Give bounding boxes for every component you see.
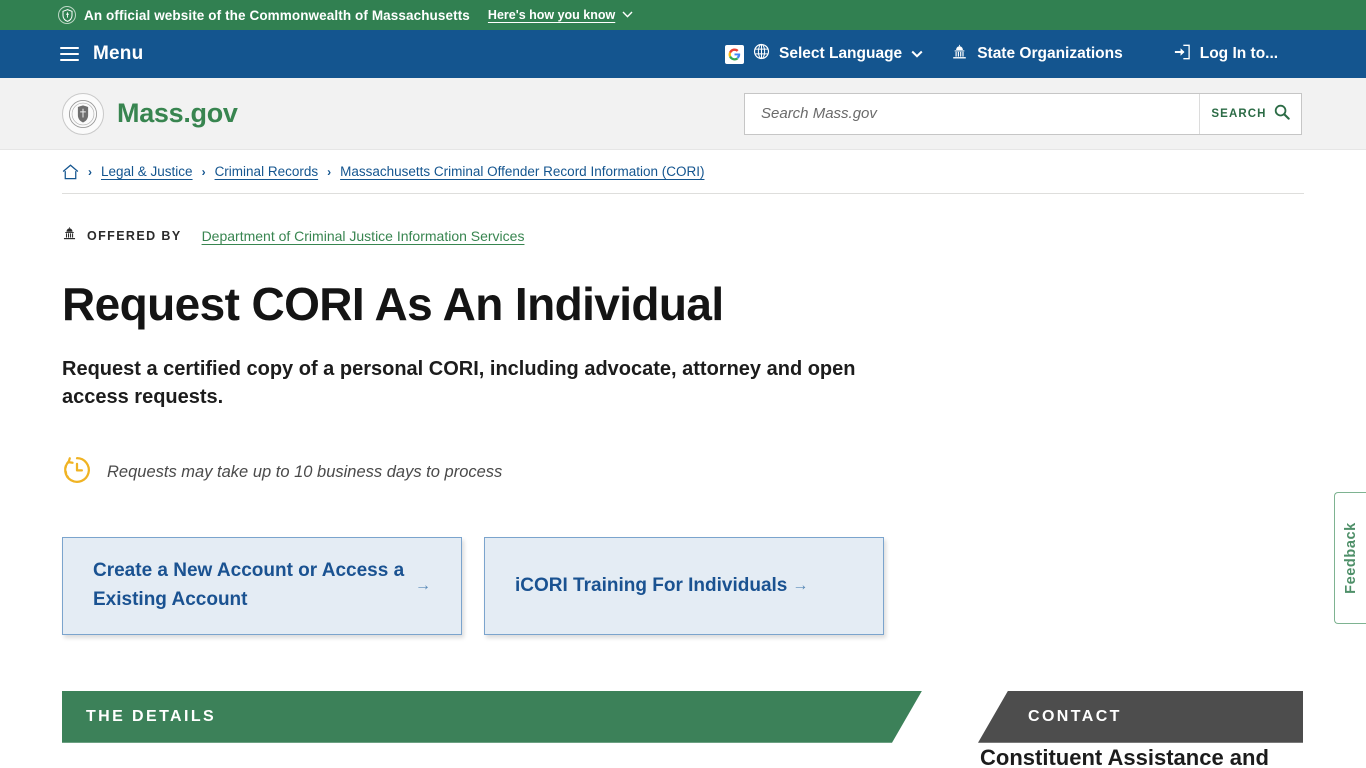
mass-gov-logo-link[interactable]: Mass.gov xyxy=(62,92,238,135)
official-banner-text: An official website of the Commonwealth … xyxy=(84,7,470,23)
state-organizations-link[interactable]: State Organizations xyxy=(951,44,1123,65)
breadcrumb-separator: › xyxy=(327,164,332,179)
icori-training-card[interactable]: iCORI Training For Individuals → xyxy=(484,536,884,635)
breadcrumb-item-cori[interactable]: Massachusetts Criminal Offender Record I… xyxy=(340,164,704,179)
capitol-dome-icon xyxy=(62,226,77,246)
contact-section-heading: Constituent Assistance and xyxy=(980,745,1269,768)
breadcrumb-item-criminal-records[interactable]: Criminal Records xyxy=(215,164,319,179)
log-in-to-menu[interactable]: Log In to... xyxy=(1173,44,1278,65)
processing-time-note: Requests may take up to 10 business days… xyxy=(62,455,1304,490)
contact-title: CONTACT xyxy=(1028,707,1122,725)
state-seal-icon xyxy=(58,6,76,24)
search-input[interactable] xyxy=(745,93,1199,134)
feedback-tab[interactable]: Feedback xyxy=(1334,492,1366,624)
globe-icon xyxy=(753,43,770,65)
primary-navigation-bar: Menu Select Language State Organizations… xyxy=(0,30,1366,78)
site-header: Mass.gov SEARCH xyxy=(0,78,1366,150)
breadcrumb-separator: › xyxy=(88,164,92,179)
icori-training-label: iCORI Training For Individuals xyxy=(515,574,788,596)
hamburger-icon xyxy=(60,47,79,61)
chevron-down-icon xyxy=(911,45,923,63)
breadcrumb-separator: › xyxy=(201,164,206,179)
select-language-menu[interactable]: Select Language xyxy=(725,43,923,65)
capitol-dome-icon xyxy=(951,44,968,65)
the-details-title: THE DETAILS xyxy=(86,707,217,725)
sign-in-icon xyxy=(1173,44,1191,65)
heres-how-you-know-toggle[interactable]: Here's how you know xyxy=(488,8,633,22)
log-in-label: Log In to... xyxy=(1199,45,1279,62)
official-website-banner: An official website of the Commonwealth … xyxy=(0,0,1366,30)
breadcrumb: › Legal & Justice › Criminal Records › M… xyxy=(62,150,1304,194)
offered-by-organization-link[interactable]: Department of Criminal Justice Informati… xyxy=(202,228,525,244)
offered-by: OFFERED BY Department of Criminal Justic… xyxy=(62,226,1304,246)
nav-right-group: Select Language State Organizations Log … xyxy=(725,43,1366,65)
mass-gov-wordmark: Mass.gov xyxy=(117,98,238,128)
page-content: › Legal & Justice › Criminal Records › M… xyxy=(0,150,1366,743)
action-card-row: Create a New Account or Access a Existin… xyxy=(62,536,1304,635)
processing-time-text: Requests may take up to 10 business days… xyxy=(107,462,503,481)
select-language-label: Select Language xyxy=(779,45,903,62)
search-button-label: SEARCH xyxy=(1211,107,1267,120)
section-banner-row: THE DETAILS CONTACT xyxy=(62,690,1304,743)
mass-state-seal-icon xyxy=(62,92,104,135)
search-button[interactable]: SEARCH xyxy=(1199,93,1301,134)
state-organizations-label: State Organizations xyxy=(977,45,1123,62)
how-you-know-label: Here's how you know xyxy=(487,8,616,22)
offered-by-label: OFFERED BY xyxy=(87,229,182,243)
feedback-label: Feedback xyxy=(1342,522,1359,594)
site-search: SEARCH xyxy=(744,92,1302,135)
breadcrumb-item-legal-justice[interactable]: Legal & Justice xyxy=(101,164,193,179)
home-icon[interactable] xyxy=(62,163,79,180)
menu-button[interactable]: Menu xyxy=(60,43,143,65)
create-or-access-account-card[interactable]: Create a New Account or Access a Existin… xyxy=(62,536,462,635)
chevron-down-icon xyxy=(622,7,633,21)
arrow-right-icon: → xyxy=(792,576,809,594)
contact-section-header: CONTACT xyxy=(978,690,1303,743)
clock-icon xyxy=(62,455,92,490)
the-details-section-header: THE DETAILS xyxy=(62,691,922,743)
magnifier-icon xyxy=(1274,104,1290,123)
google-translate-icon xyxy=(725,44,744,64)
menu-button-label: Menu xyxy=(93,43,144,64)
arrow-right-icon: → xyxy=(415,576,431,594)
page-title: Request CORI As An Individual xyxy=(62,278,724,330)
page-lead-text: Request a certified copy of a personal C… xyxy=(62,357,856,408)
create-or-access-account-label: Create a New Account or Access a Existin… xyxy=(93,560,405,610)
